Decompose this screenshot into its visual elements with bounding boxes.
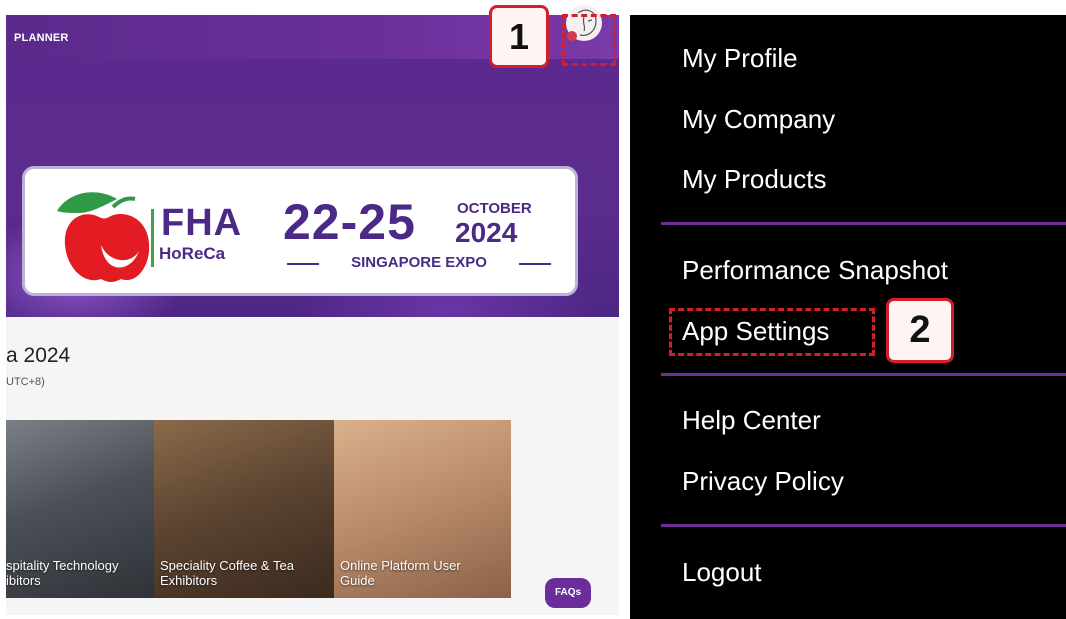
brand-divider — [151, 209, 154, 267]
tile-speciality-coffee-tea[interactable]: Speciality Coffee & Tea Exhibitors — [154, 420, 334, 598]
faq-button[interactable]: FAQs — [545, 578, 591, 608]
event-timezone: UTC+8) — [6, 376, 45, 388]
menu-item-my-company[interactable]: My Company — [682, 106, 835, 132]
event-title: a 2024 — [6, 344, 71, 367]
apple-logo-icon — [57, 192, 150, 282]
event-banner-card: FHA HoReCa 22-25 OCTOBER 2024 SINGAPORE … — [22, 166, 578, 296]
planner-header-label: PLANNER — [14, 32, 69, 44]
menu-item-performance-snapshot[interactable]: Performance Snapshot — [682, 257, 948, 283]
hero-banner-area: FHA HoReCa 22-25 OCTOBER 2024 SINGAPORE … — [6, 59, 619, 317]
tile-label: Speciality Coffee & Tea Exhibitors — [160, 558, 294, 588]
event-month: OCTOBER — [457, 200, 532, 217]
menu-divider — [661, 524, 1066, 527]
annotation-step-1: 1 — [489, 5, 549, 68]
tile-hospitality-technology[interactable]: spitality Technology ibitors — [6, 420, 154, 598]
menu-item-my-products[interactable]: My Products — [682, 166, 827, 192]
annotation-highlight-app-settings — [669, 308, 875, 356]
annotation-highlight-avatar — [562, 14, 616, 66]
brand-subname: HoReCa — [159, 244, 226, 263]
annotation-step-2: 2 — [886, 298, 954, 363]
tile-online-platform-guide[interactable]: Online Platform User Guide — [334, 420, 511, 598]
menu-divider — [661, 222, 1066, 225]
event-dates: 22-25 — [283, 194, 416, 250]
menu-item-help-center[interactable]: Help Center — [682, 407, 821, 433]
menu-divider — [661, 373, 1066, 376]
tile-label: Online Platform User Guide — [340, 558, 461, 588]
brand-name: FHA — [161, 202, 243, 244]
menu-item-privacy-policy[interactable]: Privacy Policy — [682, 468, 844, 494]
tile-label: spitality Technology ibitors — [6, 558, 119, 588]
event-year: 2024 — [455, 217, 518, 248]
event-venue: SINGAPORE EXPO — [287, 255, 551, 270]
menu-item-my-profile[interactable]: My Profile — [682, 45, 798, 71]
menu-item-logout[interactable]: Logout — [682, 559, 762, 585]
app-screen: PLANNER FHA HoReCa 22-25 OCTOBER 2024 SI… — [6, 15, 619, 615]
